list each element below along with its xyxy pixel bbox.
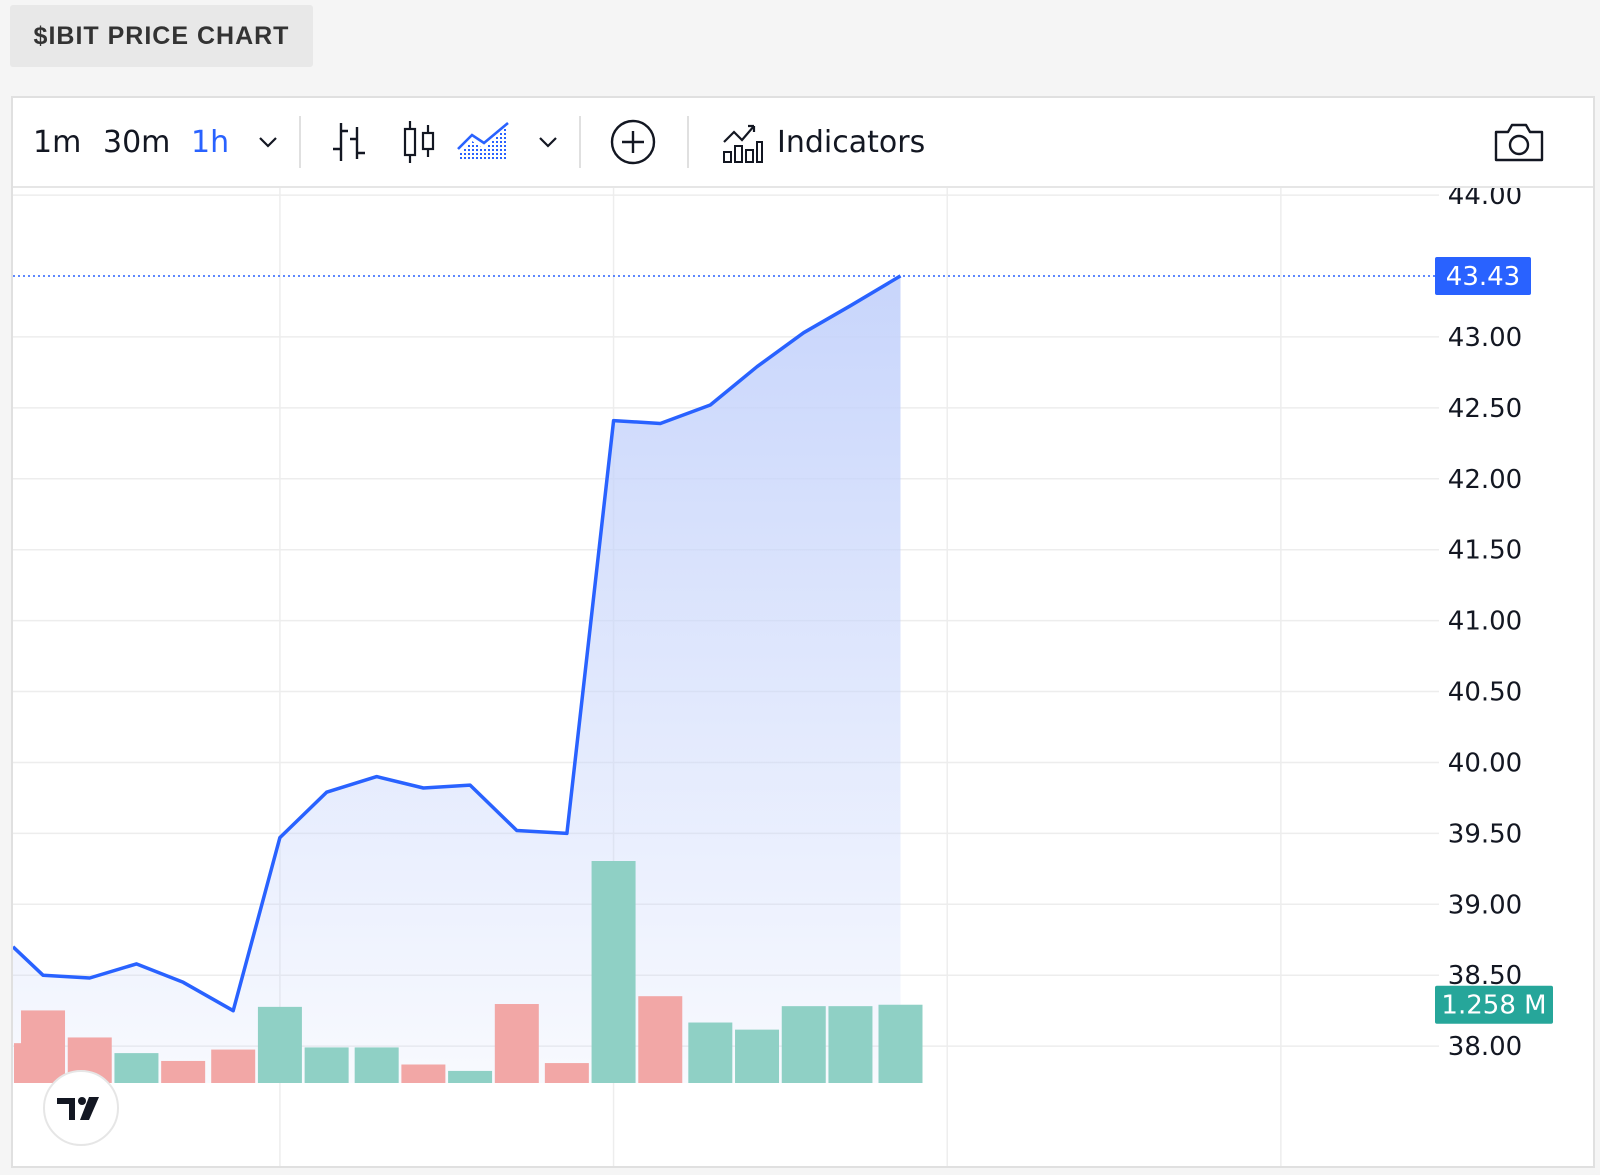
interval-1h[interactable]: 1h	[191, 98, 229, 186]
y-tick-label: 42.00	[1448, 465, 1522, 495]
y-tick-label: 41.00	[1448, 607, 1522, 637]
tradingview-logo[interactable]	[43, 1070, 119, 1146]
volume-bar	[544, 1063, 589, 1083]
area-chart-icon[interactable]	[455, 98, 513, 186]
y-tick-label: 39.50	[1448, 819, 1522, 849]
chart-toolbar: 1m 30m 1h Indicators	[13, 98, 1593, 188]
volume-bar	[735, 1029, 780, 1083]
volume-bar	[401, 1064, 446, 1083]
volume-bar	[781, 1006, 826, 1083]
volume-bar	[828, 1006, 873, 1083]
y-tick-label: 39.00	[1448, 890, 1522, 920]
y-tick-label: 43.00	[1448, 323, 1522, 353]
chevron-down-icon[interactable]	[533, 98, 563, 186]
page-title: $IBIT PRICE CHART	[10, 5, 313, 67]
interval-1m[interactable]: 1m	[33, 98, 81, 186]
volume-bar	[304, 1047, 349, 1083]
y-tick-label: 42.50	[1448, 394, 1522, 424]
volume-bar	[21, 1010, 66, 1083]
indicators-button[interactable]: Indicators	[777, 98, 925, 186]
plus-circle-icon[interactable]	[605, 98, 661, 186]
y-tick-label: 44.00	[1448, 188, 1522, 211]
y-tick-label: 40.00	[1448, 748, 1522, 778]
volume-bar	[494, 1004, 539, 1083]
volume-bar	[638, 996, 683, 1083]
price-area-fill	[13, 275, 901, 1083]
chart-widget: 1m 30m 1h Indicators 44.00 43.00 42.50 4…	[11, 96, 1595, 1168]
candlestick-icon[interactable]	[399, 98, 439, 186]
y-tick-label: 41.50	[1448, 536, 1522, 566]
volume-bar	[354, 1047, 399, 1083]
camera-icon[interactable]	[1489, 98, 1549, 186]
volume-bar	[591, 861, 636, 1083]
toolbar-divider	[579, 116, 581, 168]
y-tick-label: 40.50	[1448, 678, 1522, 708]
interval-30m[interactable]: 30m	[103, 98, 170, 186]
volume-bar	[448, 1070, 493, 1083]
volume-bar	[878, 1004, 923, 1083]
volume-bar	[161, 1060, 206, 1083]
toolbar-divider	[299, 116, 301, 168]
chevron-down-icon[interactable]	[253, 98, 283, 186]
volume-bar	[211, 1049, 256, 1083]
volume-bar	[257, 1006, 302, 1083]
volume-bar	[688, 1022, 733, 1083]
volume-label: 1.258 M	[1441, 991, 1546, 1021]
volume-bar	[114, 1053, 159, 1083]
price-chart[interactable]: 44.00 43.00 42.50 42.00 41.50 41.00 40.50 40.00…	[13, 188, 1593, 1168]
toolbar-divider	[687, 116, 689, 168]
y-tick-label: 38.00	[1448, 1032, 1522, 1062]
ohlc-bars-icon[interactable]	[327, 98, 371, 186]
last-price-label: 43.43	[1446, 262, 1520, 292]
indicators-icon[interactable]	[719, 98, 765, 186]
